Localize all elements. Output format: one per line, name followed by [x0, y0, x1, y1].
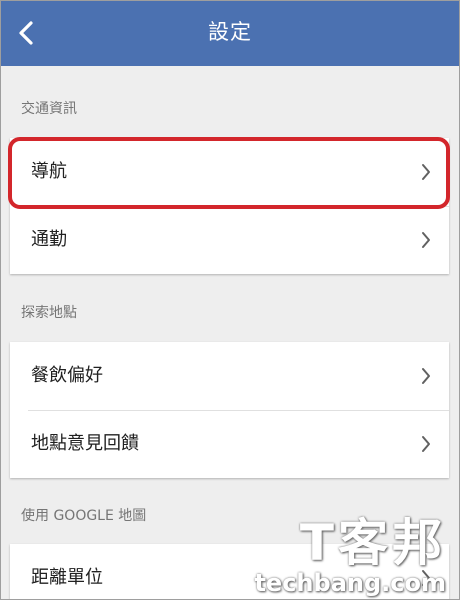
chevron-right-icon — [421, 569, 431, 587]
settings-item-label: 地點意見回饋 — [31, 433, 139, 454]
chevron-right-icon — [421, 435, 431, 453]
divider — [28, 206, 449, 207]
chevron-right-icon — [421, 231, 431, 249]
settings-card-explore-places: 餐飲偏好 地點意見回饋 — [10, 342, 449, 478]
section-header-explore-places: 探索地點 — [21, 305, 77, 321]
chevron-right-icon — [421, 163, 431, 181]
app-bar: 設定 — [0, 0, 460, 66]
settings-card-traffic-info: 導航 通勤 — [10, 138, 449, 274]
settings-item-commute[interactable]: 通勤 — [10, 206, 449, 274]
section-header-traffic-info: 交通資訊 — [21, 101, 77, 117]
chevron-right-icon — [421, 367, 431, 385]
settings-item-distance-units[interactable]: 距離單位 — [10, 544, 449, 600]
settings-item-navigation[interactable]: 導航 — [10, 138, 449, 206]
section-header-using-google-maps: 使用 GOOGLE 地圖 — [21, 508, 147, 524]
settings-item-label: 距離單位 — [31, 567, 103, 588]
settings-card-using-google-maps: 距離單位 — [10, 544, 449, 600]
settings-item-place-feedback[interactable]: 地點意見回饋 — [10, 410, 449, 478]
settings-item-label: 通勤 — [31, 229, 67, 250]
divider — [28, 410, 449, 411]
settings-item-label: 餐飲偏好 — [31, 365, 103, 386]
settings-item-label: 導航 — [31, 161, 67, 182]
page-title: 設定 — [208, 20, 252, 44]
settings-item-dining-preferences[interactable]: 餐飲偏好 — [10, 342, 449, 410]
